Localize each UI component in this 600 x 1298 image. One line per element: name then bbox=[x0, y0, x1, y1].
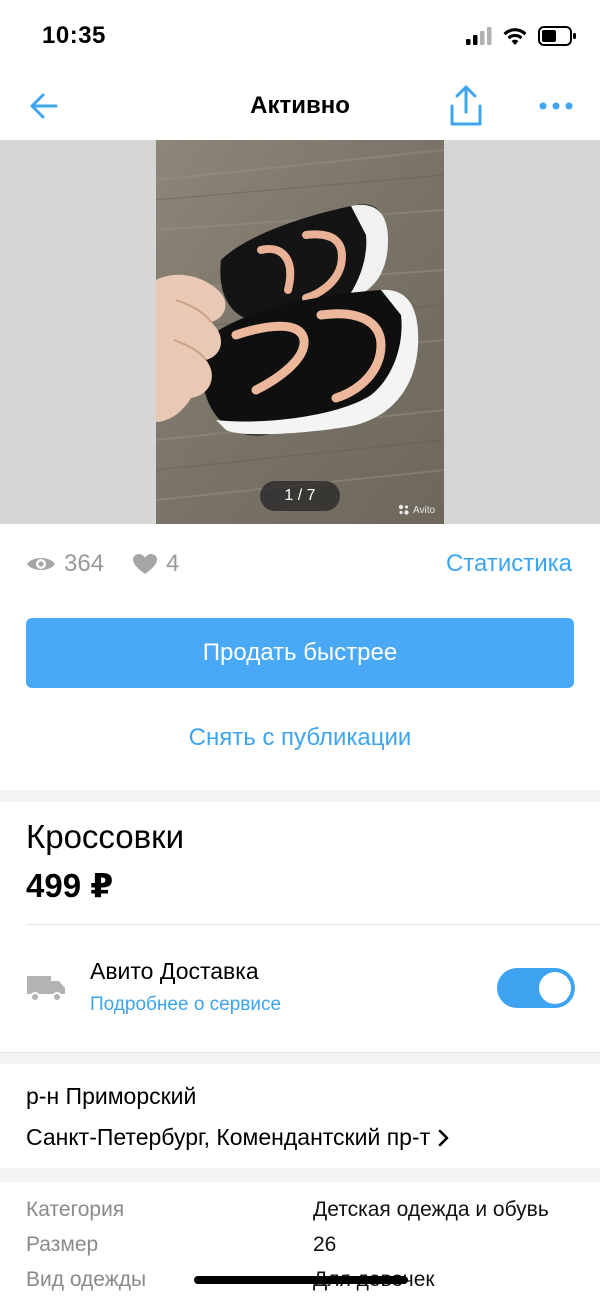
delivery-info-link[interactable]: Подробнее о сервисе bbox=[90, 994, 281, 1016]
delivery-toggle[interactable] bbox=[497, 968, 575, 1008]
statistics-link[interactable]: Статистика bbox=[446, 550, 572, 578]
param-label-size: Размер bbox=[26, 1233, 99, 1256]
item-price: 499 ₽ bbox=[26, 867, 114, 904]
wifi-icon bbox=[503, 28, 527, 45]
stats-row: 364 4 Статистика bbox=[0, 524, 600, 604]
likes-counter: 4 bbox=[132, 550, 179, 578]
location-address-text: Санкт-Петербург, Комендантский пр-т bbox=[26, 1124, 431, 1150]
navigation-bar: Активно bbox=[0, 74, 600, 140]
page-title: Активно bbox=[250, 92, 350, 119]
status-time: 10:35 bbox=[42, 22, 106, 49]
section-divider bbox=[0, 1168, 600, 1182]
status-bar: 10:35 bbox=[0, 0, 600, 74]
param-label-category: Категория bbox=[26, 1198, 125, 1221]
unpublish-button[interactable]: Снять с публикации bbox=[0, 724, 600, 752]
item-title: Кроссовки bbox=[26, 818, 185, 855]
likes-count: 4 bbox=[166, 550, 180, 577]
sell-faster-button[interactable]: Продать быстрее bbox=[26, 618, 574, 688]
truck-icon bbox=[27, 976, 65, 1002]
eye-icon bbox=[27, 558, 55, 570]
more-icon[interactable] bbox=[536, 92, 576, 120]
share-icon[interactable] bbox=[446, 84, 486, 128]
views-count: 364 bbox=[64, 550, 105, 577]
delivery-title: Авито Доставка bbox=[90, 958, 259, 984]
heart-icon bbox=[133, 554, 157, 574]
section-divider bbox=[0, 1052, 600, 1064]
views-counter: 364 bbox=[26, 550, 104, 578]
status-icons bbox=[466, 26, 576, 46]
battery-icon bbox=[538, 26, 576, 46]
cellular-signal-icon bbox=[466, 27, 492, 45]
product-photo[interactable] bbox=[156, 140, 444, 524]
param-label-clothing-type: Вид одежды bbox=[26, 1268, 147, 1291]
divider-line bbox=[26, 924, 600, 925]
toggle-knob bbox=[539, 972, 571, 1004]
param-value-size: 26 bbox=[313, 1233, 337, 1256]
location-address[interactable]: Санкт-Петербург, Комендантский пр-т bbox=[26, 1124, 450, 1151]
photo-gallery[interactable]: 1 / 7 Avito bbox=[0, 140, 600, 524]
param-value-category: Детская одежда и обувь bbox=[313, 1198, 549, 1221]
watermark-text: Avito bbox=[413, 504, 436, 516]
home-indicator[interactable] bbox=[194, 1276, 408, 1284]
avito-watermark: Avito bbox=[398, 504, 435, 516]
section-divider bbox=[0, 790, 600, 802]
location-district: р-н Приморский bbox=[26, 1083, 197, 1109]
chevron-right-icon bbox=[438, 1129, 449, 1146]
avito-logo-icon bbox=[398, 504, 409, 515]
photo-counter: 1 / 7 bbox=[260, 481, 340, 511]
